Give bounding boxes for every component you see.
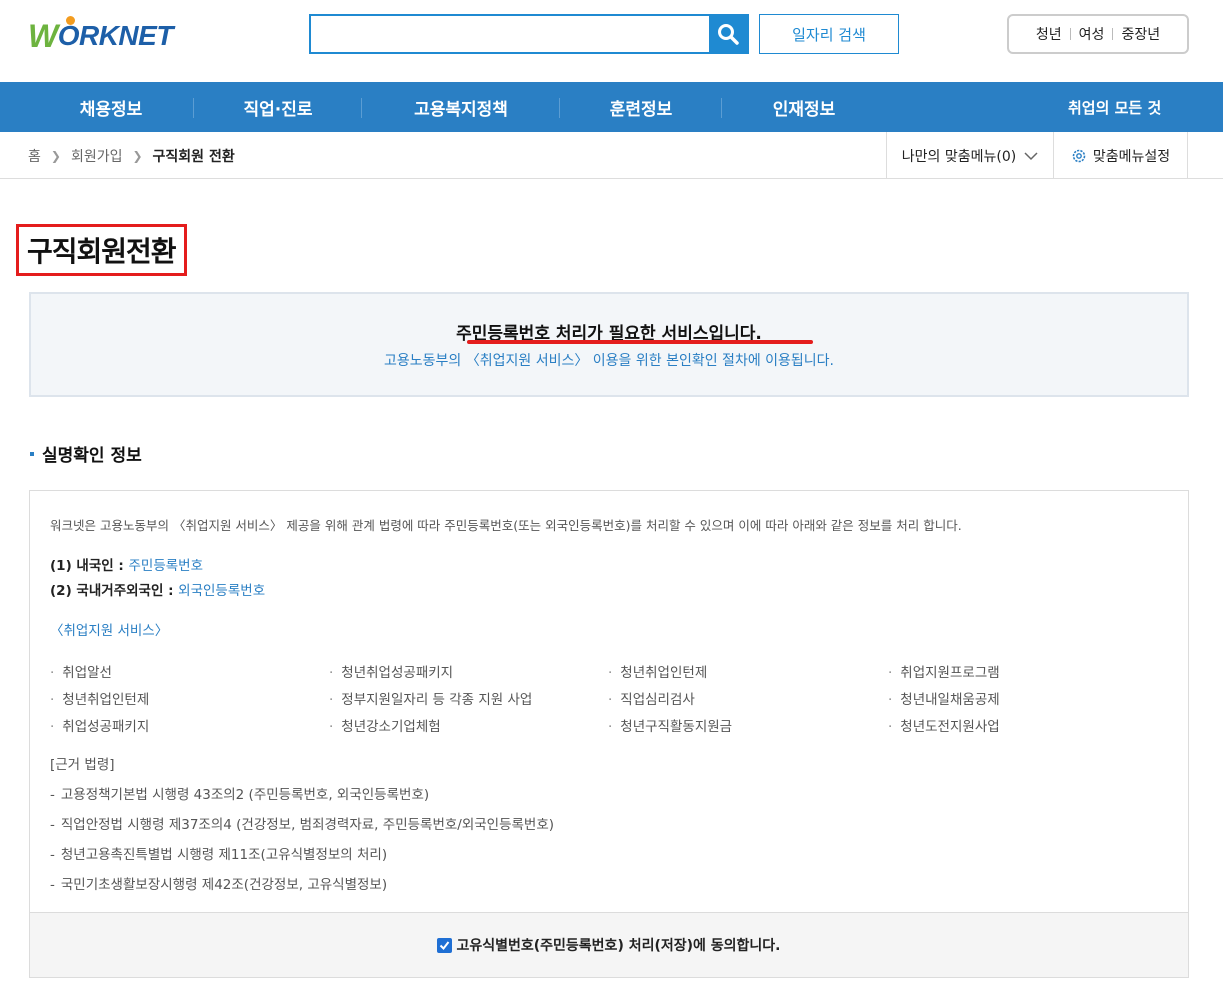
service-item: · 청년구직활동지원금: [608, 719, 733, 735]
my-custom-menu-label: 나만의 맞춤메뉴(0): [901, 148, 1017, 165]
law-item: - 국민기초생활보장시행령 제42조(건강정보, 고유식별정보): [50, 877, 388, 893]
service-item: · 청년도전지원사업: [888, 719, 1000, 735]
service-title: 〈취업지원 서비스〉: [50, 623, 169, 639]
page-title: 구직회원전환: [27, 235, 177, 268]
page-title-highlight: 구직회원전환: [16, 224, 187, 276]
chevron-down-icon: [1024, 151, 1038, 160]
service-item: · 청년취업인턴제: [608, 665, 708, 681]
service-item: · 청년취업인턴제: [50, 692, 150, 708]
quick-link-middle-aged[interactable]: 중장년: [1113, 24, 1168, 44]
id-type-value: 외국인등록번호: [178, 583, 266, 599]
breadcrumb-bar: 홈 ❯ 회원가입 ❯ 구직회원 전환 나만의 맞춤메뉴(0) 맞춤메뉴설정: [0, 132, 1223, 179]
site-header: W ORKNET 일자리 검색 청년 여성 중장년: [0, 0, 1223, 82]
red-underline-annotation: [467, 340, 813, 344]
id-type-domestic: (1) 내국인 : 주민등록번호: [50, 554, 203, 574]
quick-link-youth[interactable]: 청년: [1028, 24, 1070, 44]
nav-item-training[interactable]: 훈련정보: [604, 82, 678, 132]
law-item: - 고용정책기본법 시행령 43조의2 (주민등록번호, 외국인등록번호): [50, 787, 430, 803]
chevron-right-icon: ❯: [50, 148, 61, 163]
chevron-right-icon: ❯: [132, 148, 143, 163]
custom-menu-settings-button[interactable]: 맞춤메뉴설정: [1054, 132, 1188, 179]
law-title: [근거 법령]: [50, 757, 115, 773]
nav-divider: [193, 98, 194, 118]
breadcrumb-signup[interactable]: 회원가입: [71, 146, 123, 166]
search-button[interactable]: [709, 16, 747, 52]
quick-link-women[interactable]: 여성: [1071, 24, 1113, 44]
id-type-value: 주민등록번호: [128, 558, 204, 574]
law-item: - 직업안정법 시행령 제37조의4 (건강정보, 범죄경력자료, 주민등록번호/…: [50, 817, 555, 833]
id-type-label: (1) 내국인 :: [50, 558, 129, 574]
section-heading: 실명확인 정보: [30, 441, 142, 466]
logo-dot: [66, 16, 75, 25]
service-item: · 청년내일채움공제: [888, 692, 1000, 708]
nav-divider: [559, 98, 560, 118]
nav-item-talent[interactable]: 인재정보: [767, 82, 841, 132]
service-item: · 취업성공패키지: [50, 719, 150, 735]
quick-links: 청년 여성 중장년: [1007, 14, 1189, 54]
job-search-button[interactable]: 일자리 검색: [759, 14, 899, 54]
breadcrumb: 홈 ❯ 회원가입 ❯ 구직회원 전환: [28, 132, 235, 179]
service-item: · 청년취업성공패키지: [329, 665, 454, 681]
service-item: · 취업알선: [50, 665, 112, 681]
nav-divider: [721, 98, 722, 118]
id-type-foreigner: (2) 국내거주외국인 : 외국인등록번호: [50, 579, 265, 599]
search-icon: [718, 24, 739, 45]
service-item: · 정부지원일자리 등 각종 지원 사업: [329, 692, 533, 708]
search-box: [309, 14, 749, 54]
agree-bar: 고유식별번호(주민등록번호) 처리(저장)에 동의합니다.: [30, 912, 1188, 977]
service-item: · 청년강소기업체험: [329, 719, 441, 735]
info-intro-text: 워크넷은 고용노동부의 〈취업지원 서비스〉 제공을 위해 관계 법령에 따라 …: [50, 518, 962, 533]
logo-text: ORKNET: [57, 20, 174, 51]
bullet-icon: [30, 451, 34, 456]
main-nav: 채용정보 직업·진로 고용복지정책 훈련정보 인재정보 취업의 모든 것: [0, 82, 1223, 132]
breadcrumb-home[interactable]: 홈: [28, 146, 41, 166]
my-custom-menu-dropdown[interactable]: 나만의 맞춤메뉴(0): [886, 132, 1054, 179]
notice-sub-text: 고용노동부의 〈취업지원 서비스〉 이용을 위한 본인확인 절차에 이용됩니다.: [384, 353, 834, 369]
nav-item-welfare-policy[interactable]: 고용복지정책: [406, 82, 516, 132]
service-item: · 취업지원프로그램: [888, 665, 1000, 681]
id-type-label: (2) 국내거주외국인 :: [50, 583, 179, 599]
notice-box: 주민등록번호 처리가 필요한 서비스입니다. 고용노동부의 〈취업지원 서비스〉…: [29, 292, 1189, 397]
identity-info-box: 워크넷은 고용노동부의 〈취업지원 서비스〉 제공을 위해 관계 법령에 따라 …: [29, 490, 1189, 978]
breadcrumb-current: 구직회원 전환: [152, 148, 235, 165]
custom-menu-settings-label: 맞춤메뉴설정: [1092, 148, 1171, 165]
nav-item-career[interactable]: 직업·진로: [238, 82, 318, 132]
nav-item-jobs[interactable]: 채용정보: [76, 82, 146, 132]
service-item: · 직업심리검사: [608, 692, 695, 708]
agree-label[interactable]: 고유식별번호(주민등록번호) 처리(저장)에 동의합니다.: [456, 935, 780, 955]
nav-item-all-about-employment[interactable]: 취업의 모든 것: [1068, 82, 1161, 132]
worknet-logo[interactable]: W ORKNET: [28, 16, 173, 56]
agree-checkbox[interactable]: [437, 937, 453, 953]
logo-w: W: [28, 17, 58, 54]
checkmark-icon: [440, 940, 450, 950]
law-item: - 청년고용촉진특별법 시행령 제11조(고유식별정보의 처리): [50, 847, 388, 863]
nav-divider: [361, 98, 362, 118]
gear-icon: [1072, 149, 1086, 162]
section-title: 실명확인 정보: [42, 446, 142, 466]
search-input[interactable]: [311, 16, 709, 52]
